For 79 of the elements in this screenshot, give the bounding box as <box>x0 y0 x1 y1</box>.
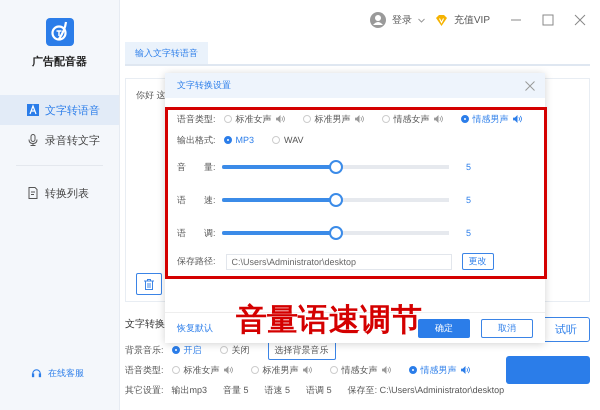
app-logo <box>46 18 74 46</box>
speaker-icon[interactable] <box>224 366 233 374</box>
option-label[interactable]: 情感女声 <box>342 364 378 376</box>
setting-value: 语调 5 <box>306 384 332 396</box>
option-label[interactable]: 情感女声 <box>394 112 430 126</box>
slider-thumb[interactable] <box>328 160 342 174</box>
headset-icon <box>31 368 42 379</box>
slider-label: 音 量: <box>177 160 217 174</box>
avatar-icon[interactable] <box>370 12 386 28</box>
speaker-icon[interactable] <box>302 366 312 374</box>
slider-value: 5 <box>466 162 472 172</box>
field-label: 语音类型: <box>125 364 164 376</box>
radio-button[interactable] <box>460 115 469 123</box>
caret-icon[interactable] <box>418 18 425 22</box>
field-label: 语音类型: <box>177 112 216 126</box>
sidebar-item[interactable]: 转换列表 <box>0 178 119 208</box>
slider-label: 语 调: <box>177 226 217 240</box>
speaker-icon[interactable] <box>276 115 285 123</box>
slider-value: 5 <box>466 195 472 205</box>
cancel-button[interactable]: 取消 <box>481 318 533 338</box>
option-label[interactable]: 标准女声 <box>184 364 220 376</box>
change-button[interactable]: 更改 <box>462 253 494 270</box>
trash-icon <box>144 278 154 290</box>
vip-link[interactable]: 充值VIP <box>454 13 490 27</box>
radio-button[interactable] <box>172 346 180 354</box>
setting-value: 输出mp3 <box>172 384 208 396</box>
option-label[interactable]: 情感男声 <box>472 112 509 126</box>
speaker-icon[interactable] <box>512 115 522 123</box>
option-label[interactable]: 情感男声 <box>420 364 457 376</box>
option-label[interactable]: 标准男声 <box>314 112 351 126</box>
radio-button[interactable] <box>224 136 232 144</box>
slider-label: 语 速: <box>177 194 217 206</box>
close-icon[interactable] <box>525 80 535 90</box>
speaker-icon[interactable] <box>354 115 364 123</box>
field-label: 输出格式: <box>177 134 216 146</box>
option-label[interactable]: MP3 <box>236 135 254 145</box>
delete-button[interactable] <box>136 273 162 295</box>
letter-icon <box>27 104 39 116</box>
radio-button[interactable] <box>220 346 228 354</box>
radio-button[interactable] <box>250 366 259 374</box>
setting-value: 音量 5 <box>223 384 249 396</box>
field-label: 其它设置: <box>125 384 164 396</box>
slider-value: 5 <box>466 228 472 238</box>
setting-value: 保存至: C:\Users\Administrator\desktop <box>348 384 504 396</box>
sidebar-item[interactable]: 录音转文字 <box>0 125 119 155</box>
option-label[interactable]: WAV <box>284 135 304 145</box>
close-icon[interactable] <box>574 14 586 26</box>
radio-button[interactable] <box>224 115 232 123</box>
document-icon <box>27 187 39 199</box>
app-name: 广告配音器 <box>32 54 87 69</box>
tab[interactable]: 输入文字转语音 <box>125 42 208 64</box>
speaker-icon[interactable] <box>382 366 391 374</box>
speaker-icon[interactable] <box>460 366 470 374</box>
option-label[interactable]: 开启 <box>184 344 202 356</box>
ok-button[interactable]: 确定 <box>418 318 470 338</box>
field-label: 保存路径: <box>177 255 216 268</box>
section-title: 文字转换 <box>125 318 165 331</box>
radio-button[interactable] <box>382 115 390 123</box>
microphone-icon <box>27 134 39 146</box>
path-field[interactable]: C:\Users\Administrator\desktop <box>226 254 452 270</box>
option-label[interactable]: 标准男声 <box>262 364 299 376</box>
diamond-icon <box>434 14 448 26</box>
field-label: 背景音乐: <box>125 344 164 356</box>
radio-button[interactable] <box>172 366 180 374</box>
login-link[interactable]: 登录 <box>392 13 412 27</box>
slider-thumb[interactable] <box>328 226 342 240</box>
setting-value: 语速 5 <box>264 384 290 396</box>
speaker-icon[interactable] <box>434 115 443 123</box>
radio-button[interactable] <box>302 115 311 123</box>
support-link[interactable]: 在线客服 <box>0 367 119 380</box>
dialog-title: 文字转换设置 <box>177 79 231 92</box>
slider-thumb[interactable] <box>328 193 342 207</box>
radio-button[interactable] <box>272 136 280 144</box>
option-label[interactable]: 标准女声 <box>236 112 272 126</box>
option-label[interactable]: 关闭 <box>232 344 250 356</box>
radio-button[interactable] <box>408 366 417 374</box>
maximize-icon[interactable] <box>542 14 554 26</box>
reset-link[interactable]: 恢复默认 <box>177 322 213 334</box>
radio-button[interactable] <box>330 366 338 374</box>
